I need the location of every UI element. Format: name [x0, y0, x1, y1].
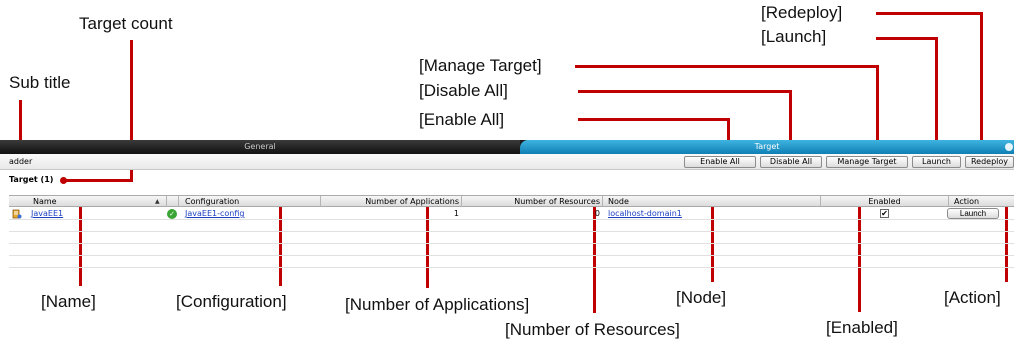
page-subtitle: adder	[9, 157, 33, 166]
annotation-number-of-applications: [Number of Applications]	[345, 295, 530, 314]
tab-target-label: Target	[754, 142, 780, 151]
enabled-checkbox[interactable]: ✔	[880, 209, 889, 218]
sort-ascending-icon: ▲	[155, 198, 160, 205]
callout-line-redeploy-v	[980, 12, 983, 149]
callout-line-manage-target-h	[575, 65, 879, 68]
callout-line-redeploy-h	[876, 12, 983, 15]
number-of-applications-value: 1	[453, 209, 459, 218]
node-link[interactable]: localhost-domain1	[608, 208, 682, 220]
annotation-configuration: [Configuration]	[176, 292, 287, 311]
annotation-node: [Node]	[676, 288, 727, 307]
tab-bar: General Target	[0, 140, 1014, 154]
annotation-action: [Action]	[944, 288, 1001, 307]
table-row-empty	[9, 244, 1014, 256]
annotation-manage-target: [Manage Target]	[419, 56, 542, 75]
target-count-label: Target (1)	[9, 175, 54, 184]
callout-line-launch-h	[876, 37, 938, 40]
subtitle-toolbar: adder Enable All Disable All Manage Targ…	[0, 154, 1014, 170]
header-name[interactable]: Name ▲	[9, 196, 167, 207]
annotation-redeploy: [Redeploy]	[761, 3, 843, 22]
header-number-of-resources[interactable]: Number of Resources	[462, 196, 603, 207]
callout-line-disable-all-h	[578, 90, 792, 93]
header-status	[167, 196, 179, 207]
target-screen: General Target adder Enable All Disable …	[0, 140, 1014, 276]
table-row-empty	[9, 232, 1014, 244]
header-name-label: Name	[33, 197, 57, 206]
annotation-enable-all: [Enable All]	[419, 110, 505, 129]
tab-general[interactable]: General	[0, 140, 520, 154]
annotation-number-of-resources: [Number of Resources]	[505, 320, 680, 339]
table-header: Name ▲ Configuration Number of Applicati…	[9, 196, 1014, 207]
enable-all-button[interactable]: Enable All	[684, 156, 756, 168]
target-name-link[interactable]: JavaEE1	[31, 208, 63, 220]
tab-target[interactable]: Target	[520, 140, 1014, 154]
row-launch-button[interactable]: Launch	[947, 208, 999, 219]
manage-target-button[interactable]: Manage Target	[826, 156, 908, 168]
annotation-target-count: Target count	[79, 14, 173, 33]
configuration-link[interactable]: JavaEE1-config	[185, 208, 244, 220]
callout-line-enable-all-h	[578, 118, 730, 121]
table-row: JavaEE1 ✓ JavaEE1-config 1 0 localhost-d…	[9, 208, 1014, 220]
annotation-name: [Name]	[41, 292, 96, 311]
table-row-empty	[9, 256, 1014, 268]
target-table: Name ▲ Configuration Number of Applicati…	[9, 195, 1014, 276]
check-circle-icon: ✓	[167, 209, 177, 219]
header-action: Action	[954, 197, 980, 206]
number-of-resources-value: 0	[594, 209, 600, 218]
server-icon	[12, 209, 22, 219]
redeploy-button[interactable]: Redeploy	[965, 156, 1014, 168]
table-row-empty	[9, 220, 1014, 232]
launch-button[interactable]: Launch	[912, 156, 961, 168]
header-configuration[interactable]: Configuration	[179, 196, 321, 207]
annotation-enabled: [Enabled]	[826, 318, 898, 337]
annotation-disable-all: [Disable All]	[419, 81, 508, 100]
header-enabled[interactable]: Enabled	[821, 196, 949, 207]
annotation-launch: [Launch]	[761, 27, 827, 46]
header-node[interactable]: Node	[603, 196, 821, 207]
tab-edge-icon	[1005, 143, 1013, 151]
annotation-sub-title: Sub title	[9, 73, 71, 92]
header-number-of-applications[interactable]: Number of Applications	[321, 196, 462, 207]
callout-line-manage-target-v	[876, 65, 879, 149]
disable-all-button[interactable]: Disable All	[760, 156, 822, 168]
callout-line-launch-v	[935, 37, 938, 149]
